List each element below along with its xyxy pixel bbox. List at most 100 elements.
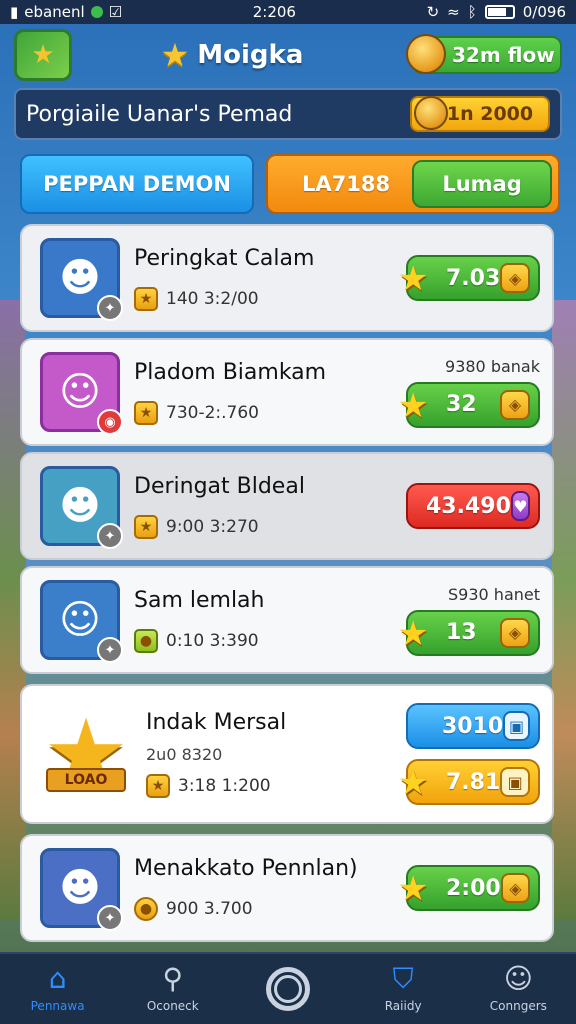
- app-title: ★ Moigka: [72, 36, 392, 74]
- featured-sub: 2u0 8320: [146, 745, 223, 764]
- star-icon: ★: [398, 869, 429, 909]
- star-icon: ★: [398, 259, 429, 299]
- coin-icon: ●: [134, 896, 158, 921]
- badge-icon: ◉: [97, 409, 123, 435]
- nav-search-label: Oconeck: [146, 999, 199, 1013]
- avatar-face-icon: ☺: [59, 369, 101, 415]
- star-icon: ★: [134, 514, 158, 539]
- tab-secondary[interactable]: LA7188 Lumag: [266, 154, 560, 214]
- home-icon: ⌂: [48, 962, 67, 995]
- list-item[interactable]: ☺ ◉ Pladom Biamkam ★ 730-2:.760 9380 ban…: [20, 338, 554, 446]
- tab-secondary-label: LA7188: [302, 172, 391, 196]
- currency-button[interactable]: 32m flow: [406, 34, 562, 74]
- nav-profile-label: Conngers: [489, 999, 547, 1013]
- clock: 2:206: [252, 3, 296, 21]
- featured-score-top-button[interactable]: 3010 ▣: [406, 703, 540, 749]
- app-logo-icon[interactable]: ★: [14, 29, 72, 81]
- list-item[interactable]: ☺ ✦ Sam lemlah ● 0:10 3:390 S930 hanet ★…: [20, 566, 554, 674]
- score-value: 3010: [442, 713, 504, 739]
- avatar-face-icon: ☻: [59, 255, 101, 301]
- bottom-navigation: ⌂ Pennawa ⚲ Oconeck ⛉ Raiidy ☺ Conngers: [0, 952, 576, 1024]
- avatar: ☺ ✦: [40, 580, 123, 663]
- featured-meta: ★ 3:18 1:200: [146, 774, 406, 798]
- badge-icon: ✦: [97, 295, 123, 321]
- nav-home[interactable]: ⌂ Pennawa: [8, 962, 108, 1014]
- list-item-name: Menakkato Pennlan): [134, 855, 358, 881]
- avatar: ☺ ◉: [40, 352, 123, 435]
- score-button[interactable]: ★ 7.03 ◈: [398, 255, 540, 301]
- top-bar: ★ ★ Moigka 32m flow: [0, 24, 576, 86]
- star-icon: ★: [146, 774, 170, 798]
- search-icon: ⚲: [162, 962, 184, 995]
- score-button[interactable]: ★ 2:00 ◈: [398, 865, 540, 911]
- featured-meta-text: 3:18 1:200: [178, 776, 271, 796]
- list-item-meta: ● 0:10 3:390: [134, 628, 406, 653]
- featured-name: Indak Mersal: [146, 710, 287, 735]
- list-item-name: Peringkat Calam: [134, 245, 315, 271]
- star-icon: ★: [398, 385, 429, 426]
- gem-icon: ◈: [500, 873, 530, 903]
- score-button[interactable]: 43.490 ♥: [406, 483, 540, 529]
- coin-icon: [414, 96, 448, 130]
- heart-gem-icon: ♥: [510, 491, 530, 521]
- sync-icon: ↻: [426, 3, 440, 21]
- list-item[interactable]: ☻ ✦ Menakkato Pennlan) ● 900 3.700 ★ 2:0…: [20, 834, 554, 942]
- card-icon: ▣: [500, 767, 530, 797]
- star-icon: ★: [398, 763, 429, 803]
- gem-icon: ◈: [500, 263, 530, 293]
- score-button[interactable]: ★ 32 ◈: [398, 381, 540, 428]
- featured-ribbon: LOAO: [46, 768, 126, 792]
- nav-center[interactable]: [238, 967, 338, 1011]
- notification-dot-icon: [90, 6, 103, 18]
- star-icon: ★: [134, 286, 158, 311]
- shield-icon: ⛉: [392, 962, 414, 995]
- currency-value: 32m flow: [452, 43, 555, 67]
- info-text: Porgiaile Uanar's Pemad: [26, 101, 293, 127]
- score-value: 13: [446, 620, 477, 645]
- info-value: 1n 2000: [446, 103, 534, 125]
- tab-secondary-sub-button[interactable]: Lumag: [412, 160, 552, 208]
- info-value-button[interactable]: 1n 2000: [410, 96, 550, 132]
- avatar-face-icon: ☺: [59, 597, 101, 643]
- nav-shield[interactable]: ⛉ Raiidy: [353, 962, 453, 1014]
- score-value: 32: [446, 392, 477, 417]
- score-value: 7.81: [446, 769, 501, 795]
- nav-profile[interactable]: ☺ Conngers: [468, 965, 568, 1014]
- card-icon: ▣: [503, 711, 530, 741]
- featured-score-bottom-button[interactable]: ★ 7.81 ▣: [398, 759, 540, 805]
- tab-primary[interactable]: PEPPAN DEMON: [20, 154, 254, 214]
- list-item[interactable]: ☻ ✦ Peringkat Calam ★ 140 3:2/00 ★ 7.03 …: [20, 224, 554, 332]
- score-button[interactable]: ★ 13 ◈: [398, 609, 540, 656]
- list-item-meta: ★ 140 3:2/00: [134, 286, 406, 311]
- signal-icon: ▮: [10, 3, 19, 21]
- bluetooth-icon: ᛒ: [467, 3, 477, 21]
- list-item-name: Deringat Bldeal: [134, 473, 305, 499]
- list-item-meta-text: 140 3:2/00: [166, 288, 259, 309]
- avatar-face-icon: ☻: [59, 483, 101, 529]
- list-item-name: Pladom Biamkam: [134, 359, 327, 385]
- nav-shield-label: Raiidy: [384, 999, 422, 1013]
- avatar: ☻ ✦: [40, 466, 123, 549]
- badge-icon: ✦: [97, 905, 123, 931]
- list-item[interactable]: ☻ ✦ Deringat Bldeal ★ 9:00 3:270 43.490 …: [20, 452, 554, 560]
- list-item-meta-text: 9:00 3:270: [166, 516, 259, 537]
- avatar: ☻ ✦: [40, 238, 123, 321]
- checkbox-icon: ☑: [108, 3, 123, 21]
- featured-star-badge-icon: ★ LOAO: [42, 698, 130, 810]
- star-icon: ★: [398, 613, 429, 654]
- star-icon: ★: [134, 400, 158, 425]
- badge-icon: ✦: [97, 637, 123, 663]
- star-icon: ★: [160, 36, 190, 74]
- status-bar: ▮ ebanenl ☑ 2:206 ↻ ≈ ᛒ 0/096: [0, 0, 576, 24]
- battery-label: 0/096: [522, 3, 566, 21]
- featured-list-item[interactable]: ★ LOAO Indak Mersal 2u0 8320 ★ 3:18 1:20…: [20, 684, 554, 824]
- gem-icon: ◈: [500, 389, 530, 420]
- carrier-label: ebanenl: [24, 3, 85, 21]
- score-value: 2:00: [446, 875, 501, 901]
- nav-search[interactable]: ⚲ Oconeck: [123, 962, 223, 1014]
- info-bar: Porgiaile Uanar's Pemad 1n 2000: [14, 88, 562, 140]
- list-item-name: Sam lemlah: [134, 587, 265, 613]
- list-item-meta-text: 900 3.700: [166, 898, 253, 919]
- wifi-icon: ≈: [447, 3, 460, 21]
- gem-icon: ◈: [500, 617, 530, 648]
